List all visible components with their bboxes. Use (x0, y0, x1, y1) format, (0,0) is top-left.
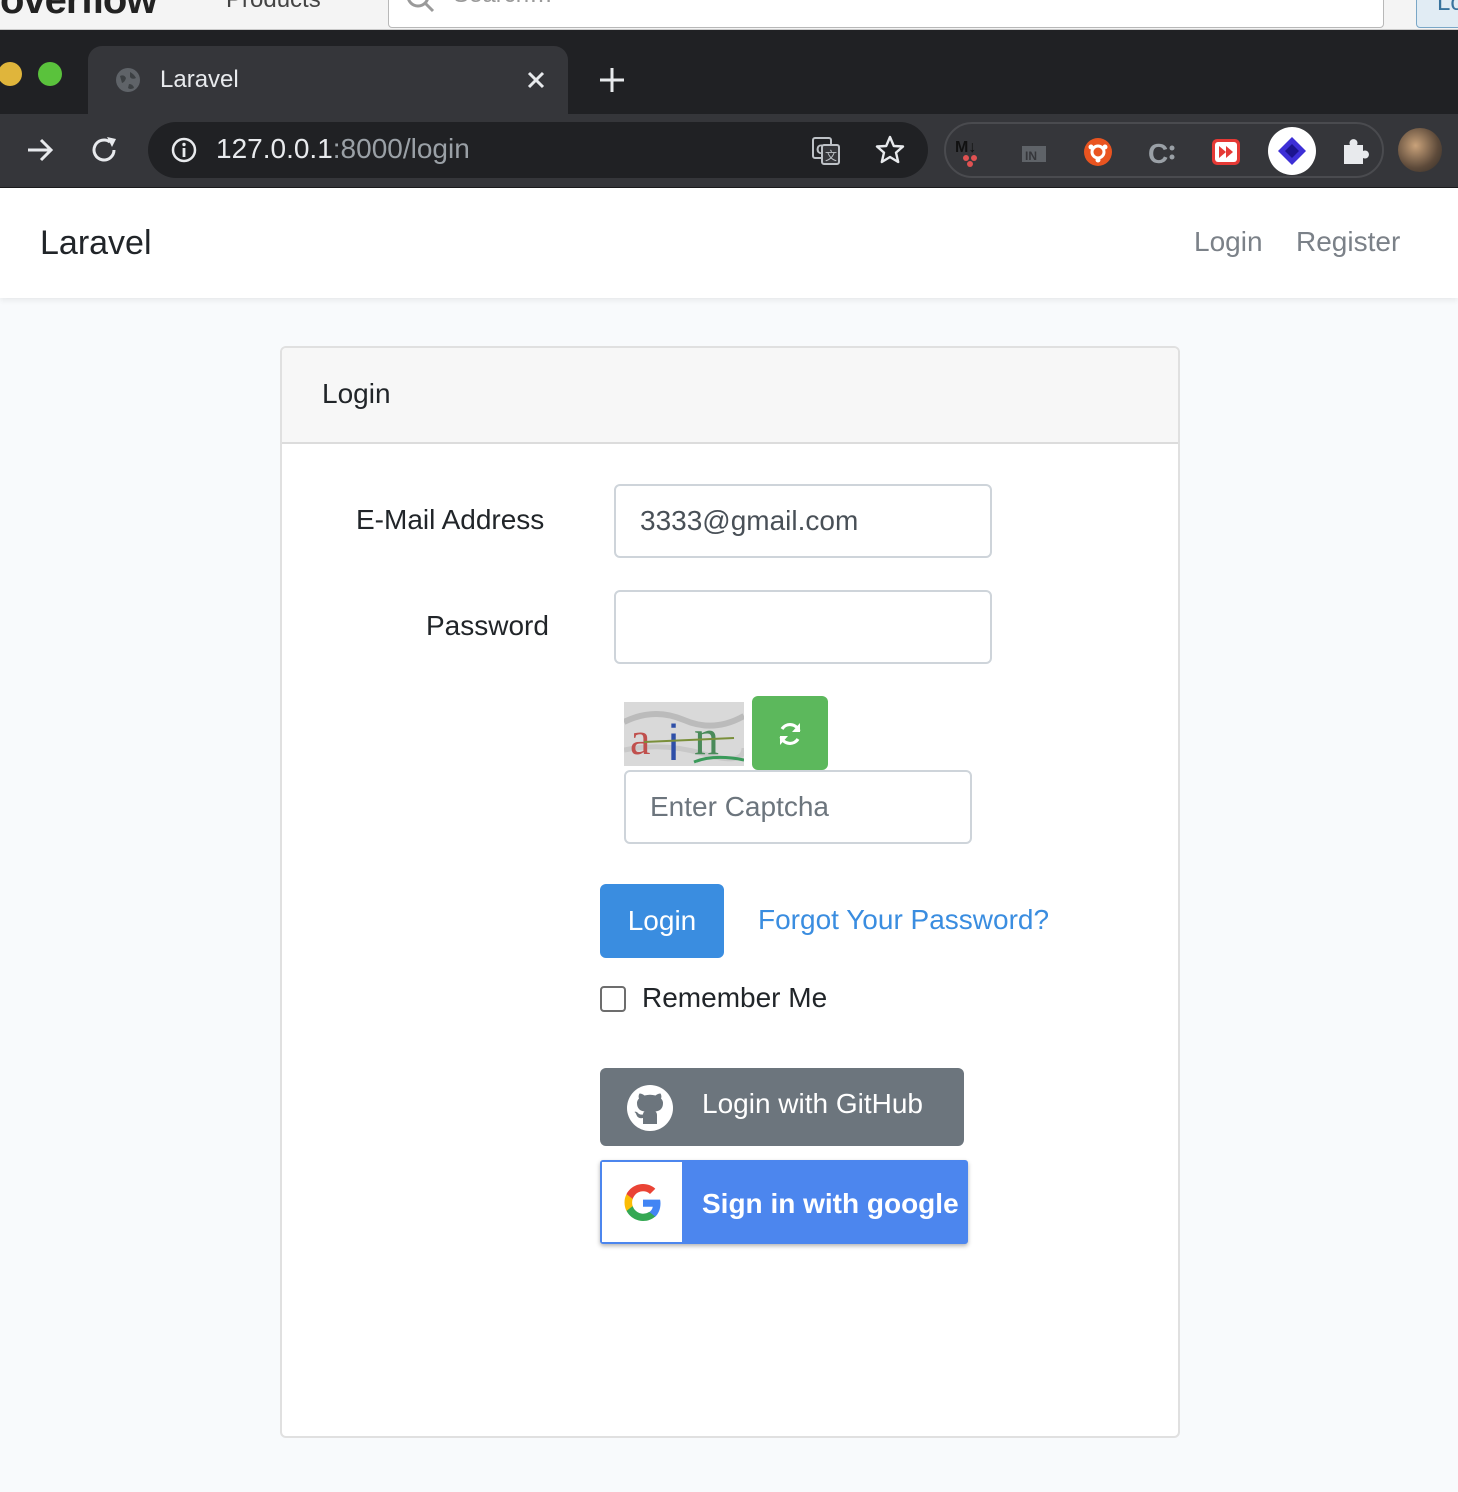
forward-arrow-icon[interactable] (24, 134, 56, 166)
email-field[interactable] (614, 484, 992, 558)
github-icon (627, 1085, 673, 1131)
github-button-label: Login with GitHub (702, 1088, 924, 1119)
google-icon-box (602, 1162, 682, 1242)
github-login-button[interactable]: Login with GitHub (600, 1068, 964, 1146)
new-tab-icon[interactable] (596, 64, 628, 96)
translate-icon[interactable]: G文 (810, 135, 842, 167)
info-icon[interactable] (170, 136, 198, 164)
browser-tab[interactable]: Laravel (88, 46, 568, 114)
svg-text:M↓: M↓ (955, 139, 976, 156)
captcha-char-a: a (630, 713, 650, 764)
password-field[interactable] (614, 590, 992, 664)
nav-register-link[interactable]: Register (1296, 226, 1400, 258)
background-site-header: overflow Products Search… Lo (0, 0, 1458, 30)
brand-logo[interactable]: Laravel (40, 224, 152, 263)
google-g-icon (624, 1184, 661, 1221)
nav-login-link[interactable]: Login (1194, 226, 1263, 258)
remember-me-checkbox[interactable] (600, 986, 626, 1012)
address-bar[interactable]: 127.0.0.1:8000/login G文 (148, 122, 928, 178)
background-search-box[interactable]: Search… (388, 0, 1384, 28)
captcha-input[interactable] (624, 770, 972, 844)
background-site-logo: overflow (0, 0, 157, 22)
close-icon[interactable] (522, 66, 550, 94)
svg-text:IN: IN (1025, 149, 1037, 163)
search-icon (407, 0, 435, 13)
puzzle-icon[interactable] (1338, 136, 1370, 168)
reload-icon[interactable] (88, 134, 120, 166)
ubuntu-icon[interactable] (1082, 136, 1114, 168)
cssviewer-icon[interactable]: C (1146, 136, 1178, 168)
maximize-window-button[interactable] (38, 62, 62, 86)
refresh-icon (779, 723, 801, 745)
svg-text:C: C (1148, 138, 1168, 168)
refresh-captcha-button[interactable] (752, 696, 828, 770)
forgot-password-link[interactable]: Forgot Your Password? (758, 904, 1049, 936)
email-label: E-Mail Address (356, 504, 545, 535)
fast-forward-icon[interactable] (1210, 136, 1242, 168)
notion-icon[interactable]: IN (1018, 136, 1050, 168)
tab-title: Laravel (160, 66, 239, 93)
background-products-link[interactable]: Products (226, 0, 321, 14)
card-header: Login (282, 348, 1178, 444)
captcha-graphic: a i n (624, 702, 744, 766)
profile-avatar[interactable] (1398, 128, 1442, 172)
password-label: Password (426, 610, 549, 641)
layers-extension-button[interactable] (1268, 127, 1316, 175)
background-login-button[interactable]: Lo (1416, 0, 1458, 28)
captcha-image: a i n (624, 702, 744, 766)
google-button-label: Sign in with google (702, 1188, 959, 1219)
bookmark-star-icon[interactable] (874, 134, 906, 166)
remember-me-label[interactable]: Remember Me (642, 982, 827, 1014)
card-title: Login (322, 378, 391, 409)
layers-icon (1278, 137, 1306, 165)
url-text: 127.0.0.1:8000/login (216, 133, 470, 164)
login-button[interactable]: Login (600, 884, 724, 958)
background-search-placeholder: Search… (453, 0, 553, 9)
extensions-bar: M↓ IN C (944, 122, 1384, 178)
google-signin-button[interactable]: Sign in with google (600, 1160, 968, 1244)
svg-text:文: 文 (825, 148, 837, 163)
globe-icon (116, 68, 140, 92)
markdown-icon[interactable]: M↓ (954, 136, 986, 168)
site-navbar: Laravel Login Register (0, 188, 1458, 298)
